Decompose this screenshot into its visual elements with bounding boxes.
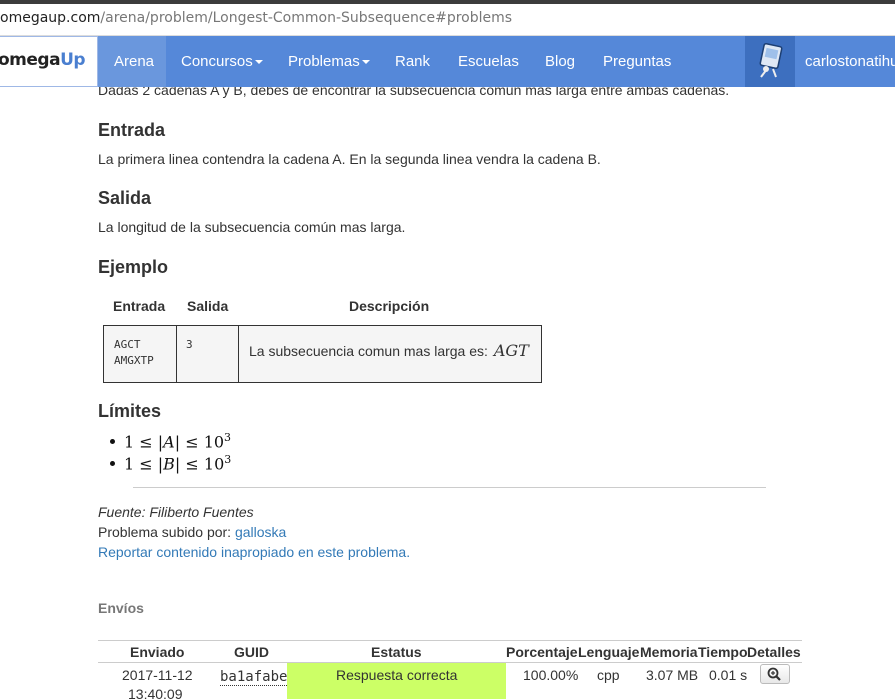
salida-heading: Salida xyxy=(98,188,152,208)
col-tiempo: Tiempo xyxy=(698,644,748,660)
example-header-entrada: Entrada xyxy=(113,298,166,314)
entrada-text: La primera linea contendra la cadena A. … xyxy=(98,151,601,167)
submission-date: 2017-11-12 xyxy=(122,667,193,683)
magnifier-icon xyxy=(767,667,781,681)
problem-source: Fuente: Filiberto Fuentes xyxy=(98,504,254,520)
submissions-title: Envíos xyxy=(98,600,144,616)
example-input-line: AGCT xyxy=(114,338,141,351)
nav-item-rank[interactable]: Rank xyxy=(395,53,430,70)
col-memoria: Memoria xyxy=(640,644,698,660)
report-content-link[interactable]: Reportar contenido inapropiado en este p… xyxy=(98,544,410,560)
col-estatus: Estatus xyxy=(371,644,422,660)
nav-item-blog[interactable]: Blog xyxy=(545,53,575,70)
ejemplo-heading: Ejemplo xyxy=(98,257,169,277)
divider xyxy=(133,487,766,488)
col-lenguaje: Lenguaje xyxy=(578,644,640,660)
top-navbar: omegaUp Arena Concursos Problemas Rank E… xyxy=(0,36,895,87)
submission-memory: 3.07 MB xyxy=(646,667,699,683)
username-link[interactable]: carlostonatihu xyxy=(805,53,895,70)
entrada-heading: Entrada xyxy=(98,120,166,140)
uploader-link[interactable]: galloska xyxy=(235,524,286,540)
chevron-down-icon xyxy=(254,60,263,65)
user-avatar[interactable] xyxy=(749,39,791,83)
example-output-value: 3 xyxy=(186,338,193,351)
salida-text: La longitud de la subsecuencia común mas… xyxy=(98,219,406,235)
example-header-salida: Salida xyxy=(187,298,229,314)
col-detalles: Detalles xyxy=(747,644,801,660)
submission-language: cpp xyxy=(597,667,620,683)
example-input-cell: AGCT AMGXTP xyxy=(103,325,177,383)
limit-item: 1 ≤ |A| ≤ 103 xyxy=(110,431,231,451)
bullet-icon xyxy=(110,461,115,467)
submission-guid[interactable]: ba1afabe xyxy=(220,669,288,686)
problem-uploader: Problema subido por: galloska xyxy=(98,524,287,540)
nav-item-preguntas[interactable]: Preguntas xyxy=(603,53,671,70)
limites-heading: Límites xyxy=(98,401,162,421)
nav-item-problemas[interactable]: Problemas xyxy=(288,53,370,70)
url-text[interactable]: omegaup.com/arena/problem/Longest-Common… xyxy=(0,10,512,26)
submission-runtime: 0.01 s xyxy=(709,667,748,683)
nav-item-concursos[interactable]: Concursos xyxy=(181,53,263,70)
limit-item: 1 ≤ |B| ≤ 103 xyxy=(110,453,231,473)
col-guid: GUID xyxy=(234,644,269,660)
nav-item-escuelas[interactable]: Escuelas xyxy=(458,53,519,70)
col-porcentaje: Porcentaje xyxy=(506,644,578,660)
submission-percent: 100.00% xyxy=(523,667,579,683)
example-description-math: AGT xyxy=(493,341,529,360)
submission-status: Respuesta correcta xyxy=(336,667,458,683)
nav-item-arena[interactable]: Arena xyxy=(114,53,154,70)
example-description-cell: La subsecuencia comun mas larga es: AGT xyxy=(238,325,542,383)
submission-time: 13:40:09 xyxy=(128,686,183,699)
submissions-table: Enviado GUID Estatus Porcentaje Lenguaje… xyxy=(98,640,802,699)
browser-address-bar[interactable]: omegaup.com/arena/problem/Longest-Common… xyxy=(0,0,895,36)
details-button[interactable] xyxy=(760,664,790,684)
bullet-icon xyxy=(110,439,115,445)
example-description-text: La subsecuencia comun mas larga es: xyxy=(249,343,488,359)
example-input-line: AMGXTP xyxy=(114,354,154,367)
omegaup-logo[interactable]: omegaUp xyxy=(0,36,98,87)
example-output-cell: 3 xyxy=(176,325,239,383)
col-enviado: Enviado xyxy=(130,644,185,660)
chevron-down-icon xyxy=(361,60,370,65)
example-header-descripcion: Descripción xyxy=(349,298,430,314)
